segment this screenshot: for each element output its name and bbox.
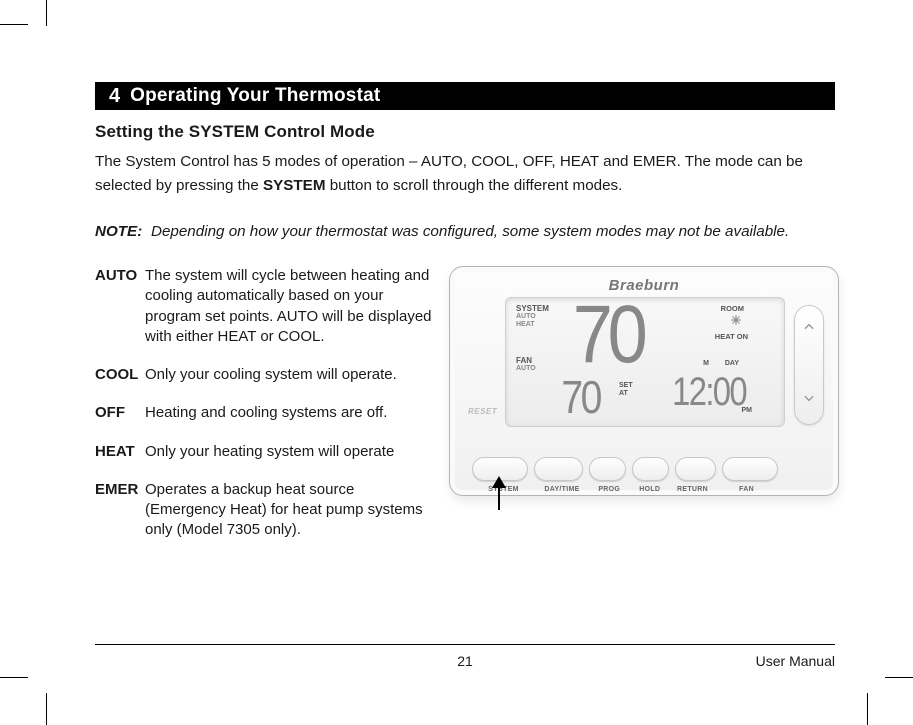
button-label: FAN [715,486,778,493]
lcd-m-label: M [703,360,709,367]
mode-term: OFF [95,403,145,423]
intro-text-b: button to scroll through the different m… [325,177,622,194]
reset-label: RESET [468,407,497,416]
mode-row: OFF Heating and cooling systems are off. [95,403,435,423]
button-label: DAY/TIME [535,486,589,493]
lcd-system-heat: HEAT [516,321,535,328]
sub-heading: Setting the SYSTEM Control Mode [95,122,835,142]
thermostat-button-fan [722,457,778,481]
lcd-system-label: SYSTEM [516,304,549,313]
page-footer: 21 User Manual [95,653,835,669]
crop-mark [885,677,913,678]
button-label: RETURN [670,486,715,493]
note-row: NOTE: Depending on how your thermostat w… [95,223,835,240]
button-label: HOLD [630,486,671,493]
section-header: 4 Operating Your Thermostat [95,82,835,110]
note-label: NOTE: [95,223,151,240]
mode-row: COOL Only your cooling system will opera… [95,365,435,385]
thermostat-button-return [675,457,716,481]
lcd-heat-on: HEAT ON [715,332,748,341]
lcd-pm: PM [742,407,753,414]
lcd-day-label: DAY [725,360,739,367]
chevron-up-icon [802,320,816,339]
doc-title: User Manual [756,653,835,669]
note-text: Depending on how your thermostat was con… [151,223,835,240]
mode-desc: The system will cycle between heating an… [145,266,435,347]
lcd-room-label: ROOM [721,304,744,313]
mode-term: HEAT [95,442,145,462]
crop-mark [46,693,47,725]
mode-row: EMER Operates a backup heat source (Emer… [95,480,435,541]
lcd-screen: SYSTEM AUTO HEAT FAN AUTO ROOM HEAT ON M… [505,297,785,427]
lcd-set-temp: 70 [561,370,599,424]
lcd-fan-label: FAN [516,356,532,365]
crop-mark [0,24,28,25]
button-row [472,457,778,481]
lcd-clock: 12:00 [672,370,746,415]
crop-mark [46,0,47,26]
mode-term: AUTO [95,266,145,347]
snowflake-icon [730,313,742,325]
mode-desc: Operates a backup heat source (Emergency… [145,480,435,541]
intro-paragraph: The System Control has 5 modes of operat… [95,150,835,197]
mode-desc: Only your cooling system will operate. [145,365,435,385]
thermostat-button-hold [632,457,669,481]
footer-rule [95,644,835,645]
section-number: 4 [95,85,130,108]
button-label: PROG [589,486,630,493]
mode-desc: Only your heating system will operate [145,442,435,462]
thermostat-illustration: Braeburn RESET SYSTEM AUTO HEAT FAN AUTO… [449,266,835,526]
lcd-set-at: SET AT [619,382,633,397]
up-down-rocker [794,305,824,425]
lcd-system-auto: AUTO [516,313,536,320]
mode-desc: Heating and cooling systems are off. [145,403,435,423]
thermostat-button-daytime [534,457,583,481]
arrow-up-icon [489,476,509,517]
chevron-down-icon [802,391,816,410]
device-brand: Braeburn [450,277,838,294]
section-title: Operating Your Thermostat [130,85,380,107]
intro-bold: SYSTEM [263,177,325,194]
mode-row: AUTO The system will cycle between heati… [95,266,435,347]
mode-term: COOL [95,365,145,385]
mode-term: EMER [95,480,145,541]
page-number: 21 [457,653,473,669]
thermostat-button-prog [589,457,626,481]
lcd-fan-mode: AUTO [516,365,536,372]
mode-row: HEAT Only your heating system will opera… [95,442,435,462]
button-label-row: SYSTEM DAY/TIME PROG HOLD RETURN FAN [472,486,778,493]
mode-list: AUTO The system will cycle between heati… [95,266,435,559]
crop-mark [0,677,28,678]
crop-mark [867,693,868,725]
